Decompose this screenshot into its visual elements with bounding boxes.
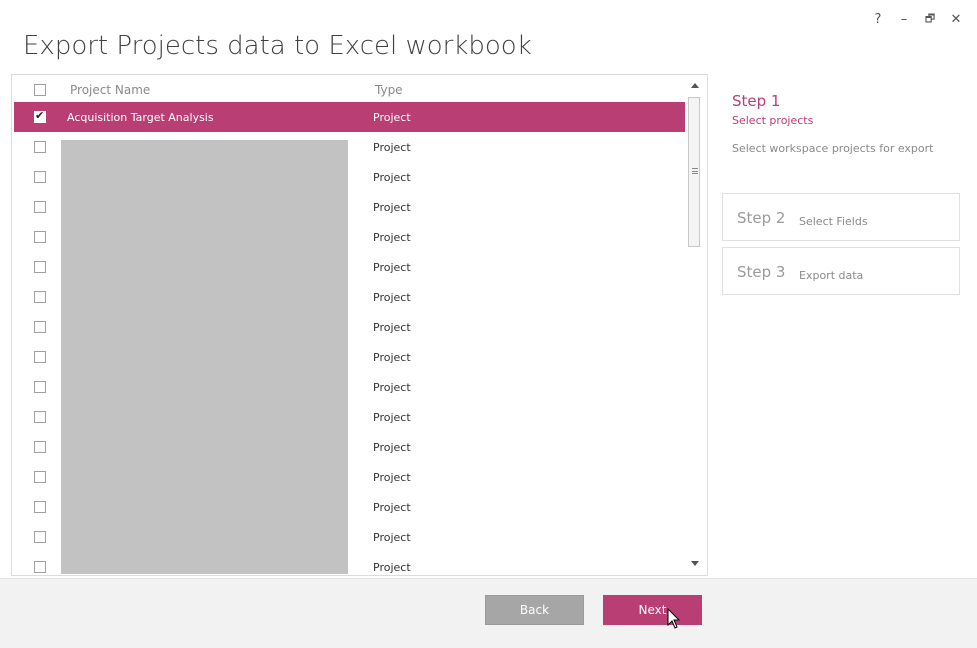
list-header: Project Name Type (12, 75, 685, 103)
step-1-description: Select workspace projects for export (732, 142, 934, 155)
project-type-cell: Project (373, 261, 411, 274)
step-3-number: Step 3 (737, 263, 786, 281)
minimize-icon[interactable]: – (897, 10, 911, 28)
page-title: Export Projects data to Excel workbook (23, 31, 532, 61)
row-checkbox[interactable] (34, 171, 46, 183)
step-1-title: Step 1 (732, 92, 781, 110)
row-checkbox[interactable] (34, 471, 46, 483)
mouse-cursor-icon (667, 608, 681, 629)
project-type-cell: Project (373, 561, 411, 574)
project-type-cell: Project (373, 321, 411, 334)
row-checkbox[interactable] (34, 109, 46, 123)
step-2-number: Step 2 (737, 209, 786, 227)
help-icon[interactable]: ? (871, 10, 885, 28)
project-type-cell: Project (373, 231, 411, 244)
row-checkbox[interactable] (34, 561, 46, 573)
row-checkbox[interactable] (34, 321, 46, 333)
project-name-cell: Acquisition Target Analysis (67, 111, 214, 124)
step-3-label: Export data (799, 269, 864, 282)
window-controls: ? – 🗗 ✕ (871, 10, 963, 28)
project-type-cell: Project (373, 501, 411, 514)
project-type-cell: Project (373, 471, 411, 484)
project-type-cell: Project (373, 351, 411, 364)
scrollbar-thumb[interactable] (688, 97, 700, 247)
row-checkbox[interactable] (34, 141, 46, 153)
project-type-cell: Project (373, 441, 411, 454)
redacted-project-names (61, 140, 348, 574)
project-list-panel: Project Name Type Acquisition Target Ana… (11, 74, 708, 576)
scroll-down-arrow-icon[interactable] (691, 561, 699, 566)
grip-icon (692, 168, 698, 174)
project-type-cell: Project (373, 171, 411, 184)
restore-icon[interactable]: 🗗 (923, 10, 937, 28)
close-icon[interactable]: ✕ (949, 10, 963, 28)
row-checkbox[interactable] (34, 261, 46, 273)
step-2-label: Select Fields (799, 215, 868, 228)
step-2-box[interactable]: Step 2 Select Fields (722, 193, 960, 241)
row-checkbox[interactable] (34, 291, 46, 303)
project-type-cell: Project (373, 141, 411, 154)
project-type-cell: Project (373, 531, 411, 544)
select-all-checkbox[interactable] (34, 84, 46, 96)
row-checkbox[interactable] (34, 441, 46, 453)
row-checkbox[interactable] (34, 411, 46, 423)
project-type-cell: Project (373, 201, 411, 214)
back-button[interactable]: Back (485, 595, 584, 625)
row-checkbox[interactable] (34, 231, 46, 243)
row-checkbox[interactable] (34, 351, 46, 363)
column-header-project-name[interactable]: Project Name (70, 83, 150, 97)
next-button[interactable]: Next (603, 595, 702, 625)
project-type-cell: Project (373, 111, 411, 124)
row-checkbox[interactable] (34, 501, 46, 513)
project-type-cell: Project (373, 291, 411, 304)
row-checkbox[interactable] (34, 531, 46, 543)
column-header-type[interactable]: Type (375, 83, 403, 97)
table-row[interactable]: Acquisition Target Analysis Project (14, 102, 685, 132)
row-checkbox[interactable] (34, 381, 46, 393)
step-3-box[interactable]: Step 3 Export data (722, 247, 960, 295)
project-type-cell: Project (373, 411, 411, 424)
project-type-cell: Project (373, 381, 411, 394)
row-checkbox[interactable] (34, 201, 46, 213)
footer-bar: Back Next (0, 578, 977, 648)
scroll-up-arrow-icon[interactable] (691, 83, 699, 88)
list-scrollbar[interactable] (686, 75, 707, 575)
step-1-subtitle: Select projects (732, 114, 814, 127)
